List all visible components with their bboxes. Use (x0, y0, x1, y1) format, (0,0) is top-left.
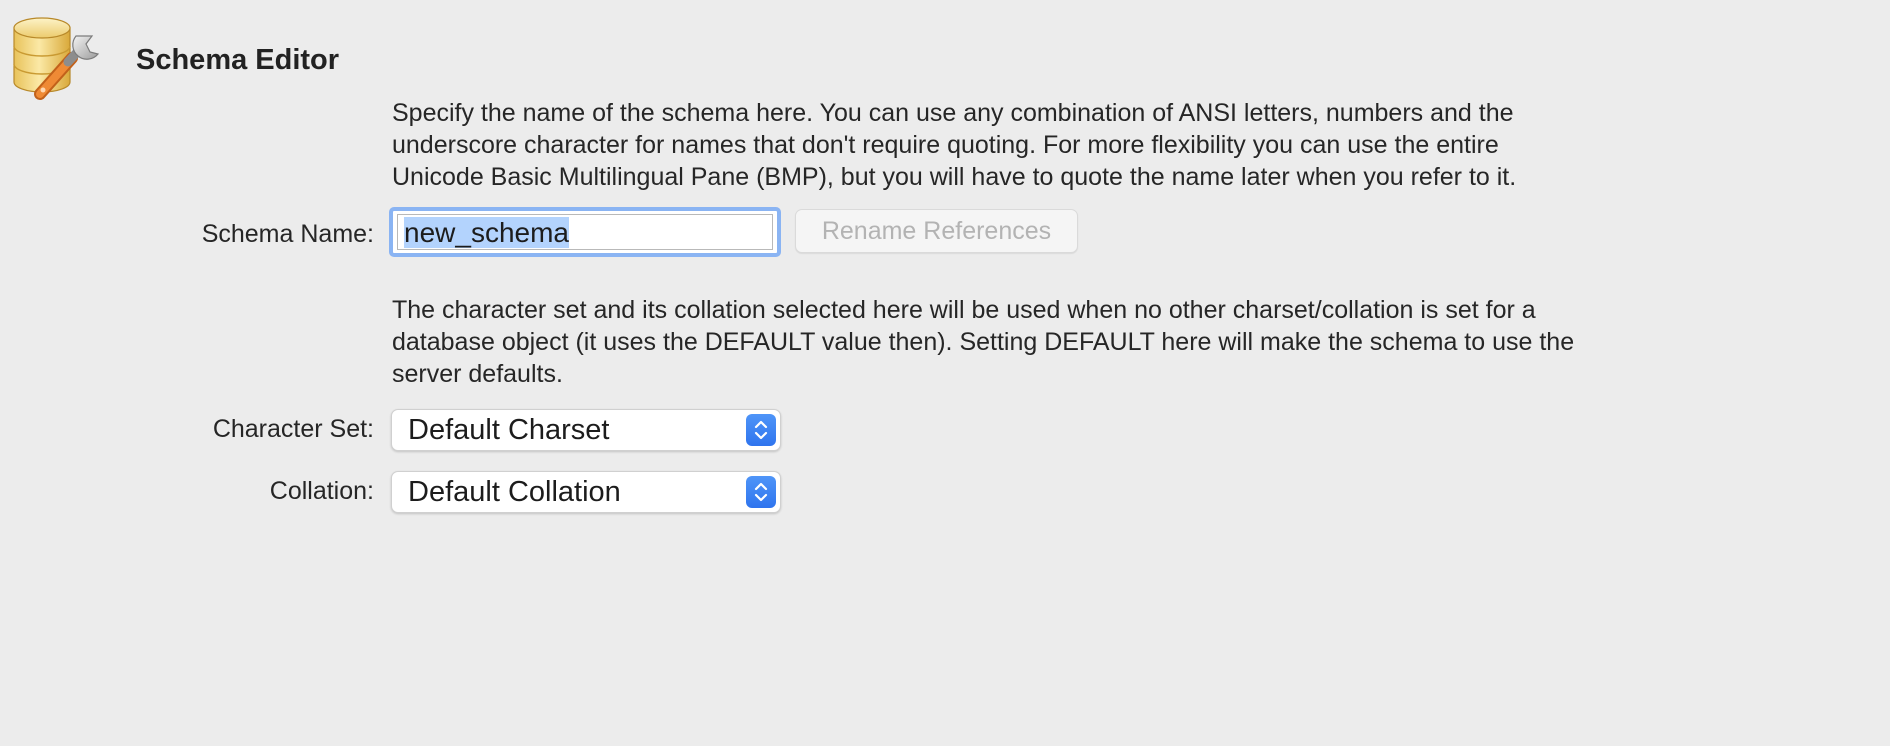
schema-editor-panel: Schema Editor Specify the name of the sc… (0, 0, 1890, 746)
selected-text: new_schema (404, 217, 569, 248)
help-line: Unicode Basic Multilingual Pane (BMP), b… (392, 163, 1517, 191)
collation-select[interactable]: Default Collation (391, 471, 781, 513)
schema-name-help-text: Specify the name of the schema here. You… (392, 97, 1516, 193)
character-set-select[interactable]: Default Charset (391, 409, 781, 451)
database-wrench-icon (10, 14, 108, 104)
chevron-updown-icon (746, 414, 776, 446)
editor-title: Schema Editor (136, 44, 340, 76)
collation-label: Collation: (269, 477, 374, 505)
rename-references-button[interactable]: Rename References (795, 209, 1078, 253)
chevron-updown-icon (746, 476, 776, 508)
help-line: database object (it uses the DEFAULT val… (392, 328, 1575, 356)
collation-value: Default Collation (408, 476, 621, 508)
help-line: underscore character for names that don'… (392, 131, 1499, 159)
character-set-label: Character Set: (212, 415, 374, 443)
schema-name-label: Schema Name: (201, 220, 374, 248)
help-line: The character set and its collation sele… (392, 296, 1536, 324)
character-set-value: Default Charset (408, 414, 610, 446)
help-line: Specify the name of the schema here. You… (392, 99, 1514, 127)
help-line: server defaults. (392, 360, 563, 388)
schema-name-input[interactable]: new_schema (397, 214, 773, 250)
charset-help-text: The character set and its collation sele… (392, 294, 1574, 390)
schema-name-field-focus-ring: new_schema (389, 207, 781, 257)
